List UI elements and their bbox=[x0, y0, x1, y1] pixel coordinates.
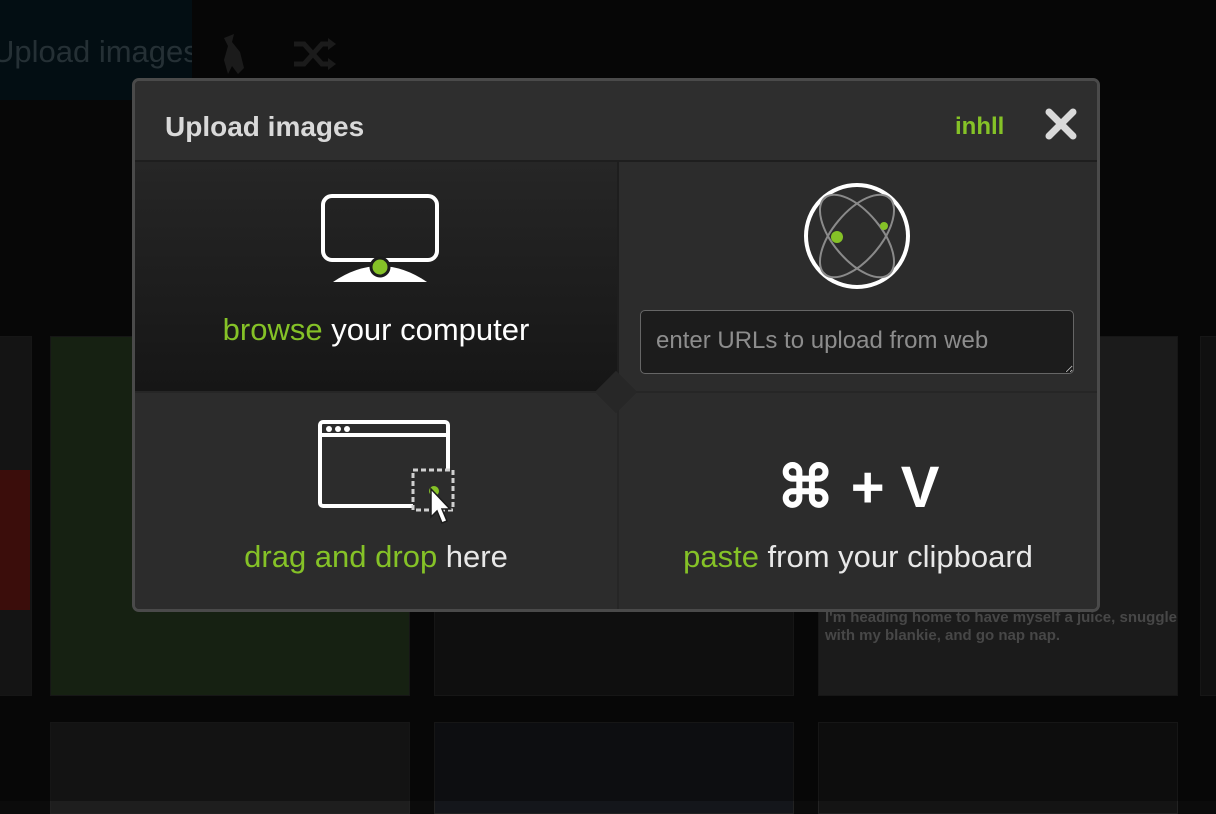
drag-drop-panel[interactable]: drag and drop here bbox=[135, 391, 619, 609]
paste-clipboard-panel: ⌘ + V paste from your clipboard bbox=[619, 391, 1097, 609]
browse-computer-panel[interactable]: browse your computer bbox=[135, 162, 619, 391]
url-input[interactable] bbox=[640, 310, 1074, 374]
browse-label-highlight: browse bbox=[222, 312, 323, 347]
globe-icon bbox=[801, 180, 913, 297]
close-icon[interactable] bbox=[1042, 105, 1080, 143]
paste-shortcut: ⌘ + V bbox=[776, 455, 940, 520]
paste-label: paste from your clipboard bbox=[619, 539, 1097, 575]
browse-label: browse your computer bbox=[135, 312, 617, 348]
monitor-icon bbox=[319, 192, 441, 291]
upload-dialog: Upload images inhll browse your computer bbox=[132, 78, 1100, 612]
drag-drop-label: drag and drop here bbox=[135, 539, 617, 575]
browse-label-rest: your computer bbox=[322, 312, 530, 347]
paste-label-highlight: paste bbox=[683, 539, 759, 574]
browser-window-drop-icon bbox=[317, 419, 457, 534]
drag-drop-label-highlight: drag and drop bbox=[244, 539, 438, 574]
dialog-header: Upload images inhll bbox=[135, 81, 1097, 162]
drag-drop-label-rest: here bbox=[437, 539, 508, 574]
web-upload-panel bbox=[619, 162, 1097, 391]
dialog-title: Upload images bbox=[165, 111, 365, 142]
paste-label-rest: from your clipboard bbox=[758, 539, 1033, 574]
username-link[interactable]: inhll bbox=[955, 113, 1004, 141]
